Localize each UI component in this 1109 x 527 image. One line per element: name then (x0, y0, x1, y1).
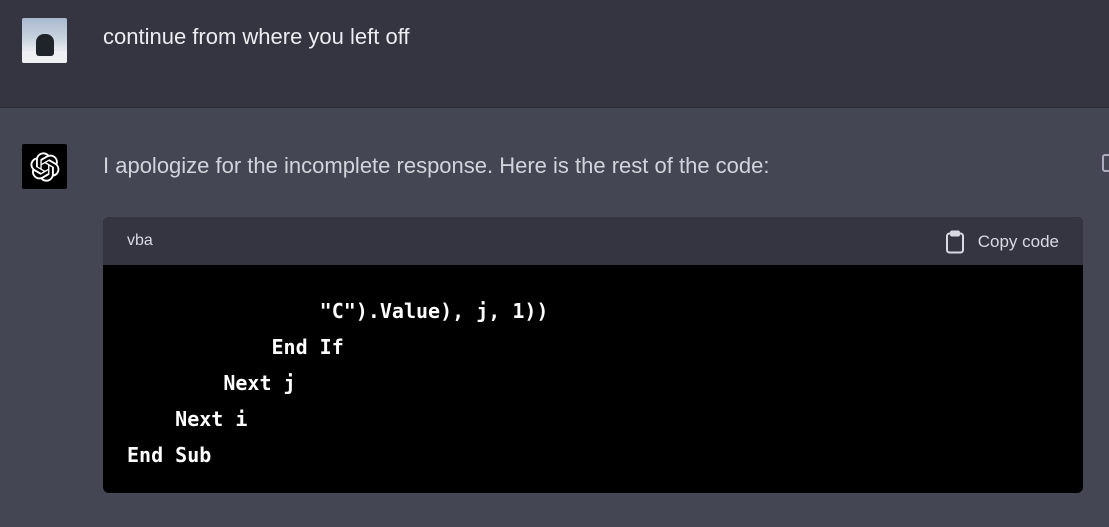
avatar-figure (36, 34, 54, 56)
clipboard-icon (945, 230, 964, 254)
code-line: End If (127, 335, 344, 359)
code-line: Next i (127, 407, 248, 431)
code-block: vba Copy code "C").Value), j, 1)) End If… (103, 217, 1083, 493)
copy-message-icon[interactable] (1102, 154, 1109, 172)
assistant-message-text: I apologize for the incomplete response.… (103, 153, 770, 178)
code-block-header: vba Copy code (103, 217, 1083, 265)
code-content: "C").Value), j, 1)) End If Next j Next i… (103, 265, 1083, 473)
user-message-row: continue from where you left off (0, 0, 1109, 108)
copy-code-label: Copy code (977, 232, 1059, 251)
user-message-text: continue from where you left off (103, 24, 410, 49)
code-language-label: vba (127, 232, 153, 249)
assistant-message-row: I apologize for the incomplete response.… (0, 108, 1109, 527)
code-line: "C").Value), j, 1)) (127, 299, 549, 323)
code-line: Next j (127, 371, 296, 395)
user-avatar (22, 18, 67, 63)
openai-logo-icon (22, 144, 67, 189)
copy-code-button[interactable]: Copy code (945, 230, 1059, 254)
code-line: End Sub (127, 443, 212, 467)
